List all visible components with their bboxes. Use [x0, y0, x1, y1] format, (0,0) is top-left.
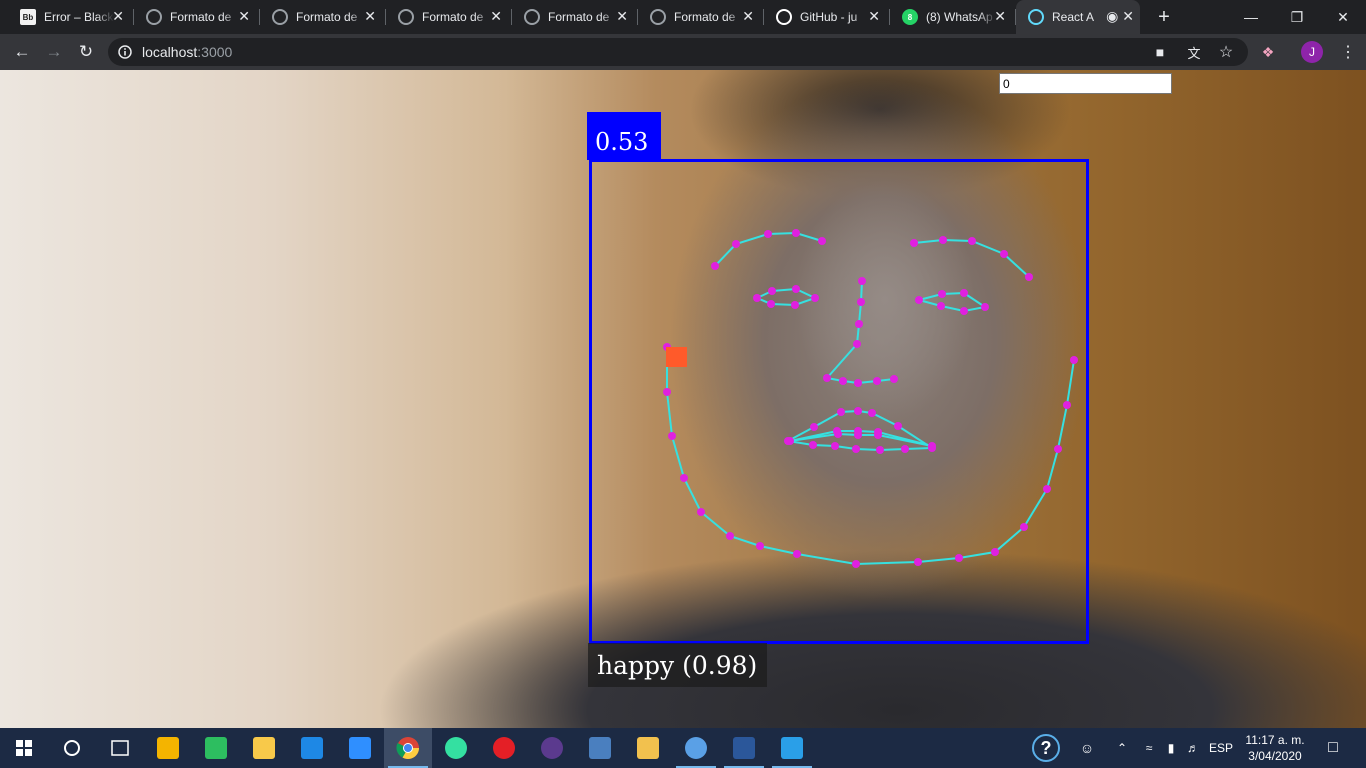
- eclipse-icon[interactable]: [528, 728, 576, 768]
- forward-button[interactable]: →: [38, 34, 70, 70]
- clock-date: 3/04/2020: [1248, 749, 1302, 763]
- globe-icon: [650, 9, 666, 25]
- tab-title: Formato de: [674, 10, 736, 24]
- translate-icon[interactable]: 文: [1178, 34, 1210, 70]
- word-icon[interactable]: [720, 728, 768, 768]
- tab-close-icon[interactable]: ✕: [994, 8, 1006, 25]
- browser-tab[interactable]: Formato de ✕: [260, 0, 386, 34]
- dropbox-icon[interactable]: [336, 728, 384, 768]
- browser-tab[interactable]: 8 (8) WhatsAp ✕: [890, 0, 1016, 34]
- profile-avatar[interactable]: J: [1296, 34, 1328, 70]
- globe-icon: [272, 9, 288, 25]
- folder-tools-icon[interactable]: [624, 728, 672, 768]
- url-text: localhost:3000: [142, 44, 233, 60]
- info-icon[interactable]: [118, 45, 132, 59]
- start-icon[interactable]: [0, 728, 48, 768]
- close-window-button[interactable]: ✕: [1320, 0, 1366, 34]
- tab-title: Formato de: [548, 10, 610, 24]
- language-indicator[interactable]: ESP: [1206, 728, 1236, 768]
- volume-icon[interactable]: ♬: [1182, 728, 1204, 768]
- browser-tab[interactable]: Formato de ✕: [134, 0, 260, 34]
- tab-close-icon[interactable]: ✕: [238, 8, 250, 25]
- outlook-icon[interactable]: [672, 728, 720, 768]
- favicon-icon: 8: [902, 9, 918, 25]
- tab-close-icon[interactable]: ✕: [616, 8, 628, 25]
- webcam-video: 0.53 happy (0.98): [0, 70, 1366, 728]
- profile-initial: J: [1301, 41, 1323, 63]
- browser-tab-strip: BbError – Blackboard✕Formato de✕Formato …: [0, 0, 1366, 34]
- tab-close-icon[interactable]: ◉ ✕: [1106, 8, 1134, 25]
- github-icon: [776, 9, 792, 25]
- maximize-button[interactable]: ❐: [1274, 0, 1320, 34]
- globe-icon: [524, 9, 540, 25]
- face-detection-box: [589, 159, 1089, 644]
- tripadvisor-icon[interactable]: [432, 728, 480, 768]
- tab-title: Formato de: [170, 10, 232, 24]
- favicon-icon: Bb: [20, 9, 36, 25]
- store-icon[interactable]: [144, 728, 192, 768]
- tab-title: Formato de: [296, 10, 358, 24]
- tab-title: Error – Blackboard: [44, 10, 114, 24]
- globe-icon: [398, 9, 414, 25]
- battery-icon[interactable]: ▮: [1160, 728, 1182, 768]
- notifications-icon[interactable]: □: [1318, 728, 1348, 768]
- reload-button[interactable]: ↻: [70, 34, 102, 70]
- detection-score-label: 0.53: [587, 112, 661, 160]
- windows-taskbar: ? ☺ ⌃ ≈ ▮ ♬ ESP 11:17 a. m. 3/04/2020 □: [0, 728, 1366, 768]
- bookmark-star-icon[interactable]: ☆: [1210, 34, 1242, 70]
- people-icon[interactable]: ☺: [1072, 728, 1102, 768]
- browser-toolbar: ← → ↻ localhost:3000 ■ 文 ☆ ❖ J ⋮: [0, 34, 1366, 70]
- help-icon[interactable]: ?: [1026, 728, 1066, 768]
- new-tab-button[interactable]: +: [1142, 0, 1186, 34]
- tracking-marker: [666, 347, 687, 367]
- clock[interactable]: 11:17 a. m. 3/04/2020: [1240, 728, 1310, 768]
- task-view-icon[interactable]: [96, 728, 144, 768]
- menu-icon[interactable]: ⋮: [1332, 34, 1364, 70]
- camera-icon[interactable]: ■: [1144, 34, 1176, 70]
- clock-time: 11:17 a. m.: [1245, 733, 1305, 747]
- tab-title: Formato de: [422, 10, 484, 24]
- minimize-button[interactable]: —: [1228, 0, 1274, 34]
- tab-close-icon[interactable]: ✕: [742, 8, 754, 25]
- tab-close-icon[interactable]: ✕: [490, 8, 502, 25]
- extension-butterfly-icon[interactable]: ❖: [1252, 34, 1284, 70]
- vscode-icon[interactable]: [768, 728, 816, 768]
- browser-tab[interactable]: Formato de ✕: [512, 0, 638, 34]
- wifi-icon[interactable]: ≈: [1138, 728, 1160, 768]
- file-explorer-icon[interactable]: [240, 728, 288, 768]
- tab-close-icon[interactable]: ✕: [364, 8, 376, 25]
- tab-close-icon[interactable]: ✕: [868, 8, 880, 25]
- globe-icon: [146, 9, 162, 25]
- browser-tab[interactable]: GitHub - ju ✕: [764, 0, 890, 34]
- number-input[interactable]: [999, 73, 1172, 94]
- browser-tab[interactable]: Formato de ✕: [386, 0, 512, 34]
- tab-title: (8) WhatsAp: [926, 10, 993, 24]
- tab-title: GitHub - ju: [800, 10, 858, 24]
- chrome-icon[interactable]: [384, 728, 432, 768]
- react-icon: [1028, 9, 1044, 25]
- python-icon[interactable]: [576, 728, 624, 768]
- opera-icon[interactable]: [480, 728, 528, 768]
- expression-label: happy (0.98): [588, 643, 768, 687]
- edge-icon[interactable]: [288, 728, 336, 768]
- evernote-icon[interactable]: [192, 728, 240, 768]
- browser-tab[interactable]: Formato de ✕: [638, 0, 764, 34]
- browser-tab[interactable]: React A ◉ ✕: [1016, 0, 1140, 34]
- tab-close-icon[interactable]: ✕: [112, 8, 124, 25]
- cortana-icon[interactable]: [48, 728, 96, 768]
- back-button[interactable]: ←: [6, 34, 38, 70]
- show-hidden-icons-chevron[interactable]: ⌃: [1110, 728, 1134, 768]
- browser-tab[interactable]: Bb Error – Blackboard✕: [8, 0, 134, 34]
- address-bar[interactable]: localhost:3000 ■ 文 ☆: [108, 38, 1248, 66]
